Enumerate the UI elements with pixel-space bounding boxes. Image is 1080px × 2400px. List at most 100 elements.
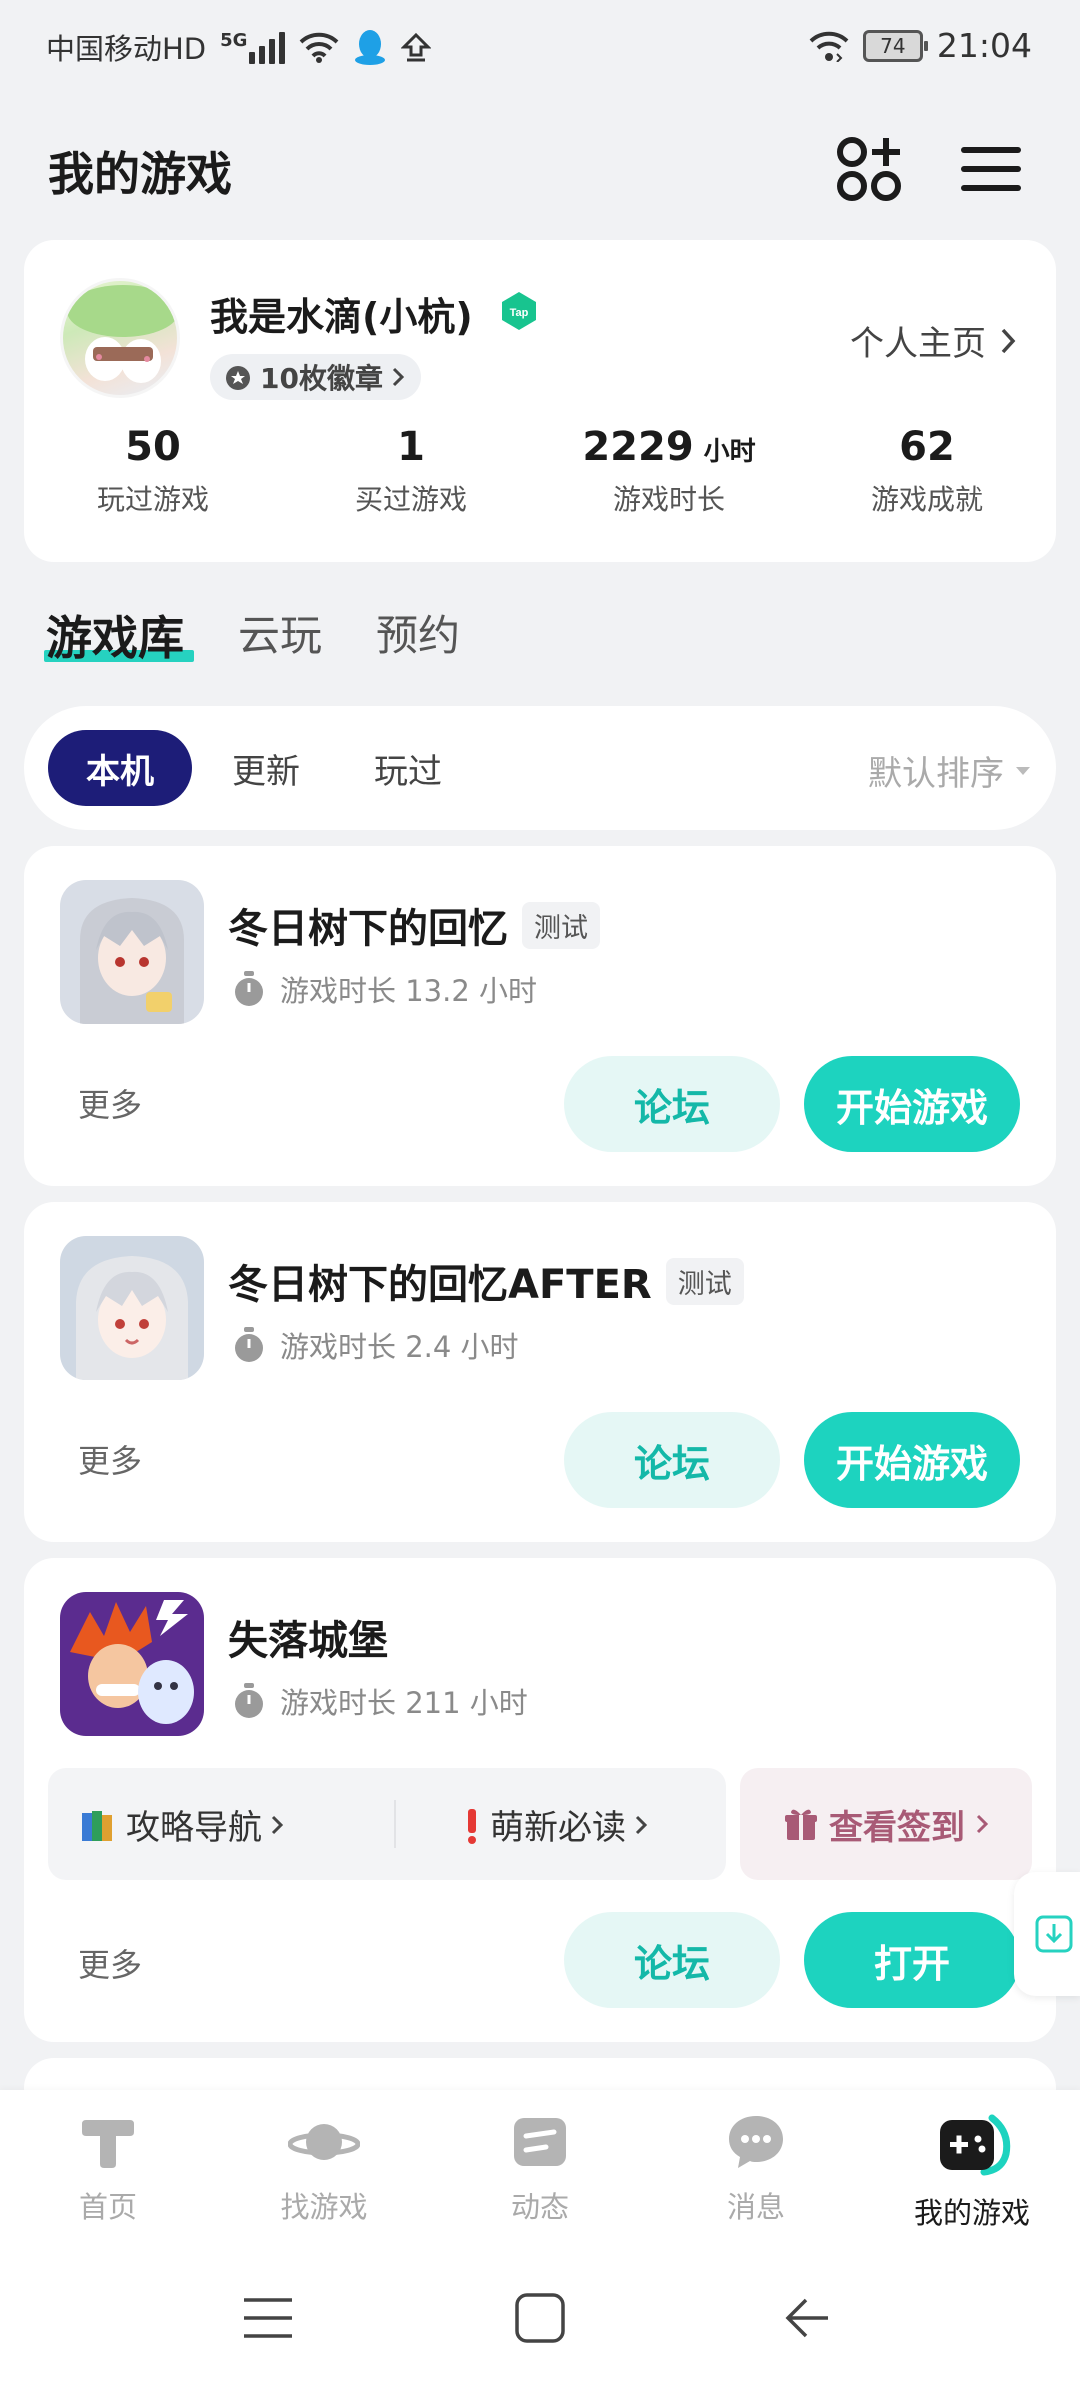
more-button[interactable]: 更多 (78, 1940, 142, 1986)
wifi-icon (300, 32, 339, 63)
game-icon[interactable] (60, 1592, 204, 1736)
playtime-label: 游戏时长 2.4 小时 (280, 1330, 519, 1364)
badge-count-button[interactable]: 10枚徽章 (210, 354, 421, 400)
chevron-right-icon (635, 1815, 648, 1834)
profile-home-link[interactable]: 个人主页 (850, 316, 1016, 365)
newbie-guide-label: 萌新必读 (490, 1808, 626, 1848)
apps-grid-icon[interactable] (836, 136, 902, 202)
stat-value: 50 (125, 424, 181, 470)
planet-icon (288, 2124, 360, 2160)
nav-messages[interactable]: 消息 (648, 2112, 864, 2226)
chevron-right-icon (392, 367, 405, 387)
battery-icon: 74 (862, 29, 928, 62)
user-name[interactable]: 我是水滴(小杭) (210, 286, 473, 341)
test-tag: 测试 (522, 901, 600, 949)
stopwatch-icon (235, 971, 263, 1006)
nav-label: 消息 (726, 2190, 785, 2224)
svg-text:Tap: Tap (510, 307, 529, 319)
test-tag: 测试 (665, 1257, 744, 1305)
badge-count-label: 10枚徽章 (260, 362, 383, 395)
upload-icon (401, 32, 432, 62)
forum-button[interactable]: 论坛 (564, 1056, 780, 1152)
stat-played[interactable]: 50 玩过游戏 (28, 424, 278, 518)
chevron-right-icon (976, 1814, 989, 1834)
status-left: 中国移动HD 5G (46, 26, 432, 68)
floating-download-tab[interactable] (1014, 1872, 1080, 1996)
check-in-button[interactable]: 查看签到 (740, 1768, 1032, 1880)
guide-nav-link[interactable]: 攻略导航 (78, 1800, 284, 1849)
playtime-row: 游戏时长 211 小时 (232, 1680, 528, 1722)
game-icon[interactable] (60, 880, 204, 1024)
more-button[interactable]: 更多 (78, 1080, 142, 1126)
avatar[interactable] (60, 278, 180, 398)
menu-icon[interactable] (958, 136, 1024, 202)
filter-played[interactable]: 玩过 (348, 730, 468, 806)
status-right: 74 21:04 (809, 26, 1032, 65)
stat-label: 游戏成就 (870, 483, 983, 516)
gamepad-icon (940, 2114, 1011, 2176)
caret-down-icon (1016, 766, 1030, 775)
clock: 21:04 (936, 26, 1032, 65)
playtime-label: 游戏时长 13.2 小时 (280, 974, 538, 1008)
back-icon[interactable] (782, 2290, 838, 2346)
check-in-label: 查看签到 (829, 1807, 965, 1848)
start-game-button[interactable]: 开始游戏 (804, 1412, 1020, 1508)
chevron-right-icon (271, 1815, 284, 1834)
books-icon (82, 1810, 112, 1841)
stat-label: 玩过游戏 (96, 483, 209, 516)
stat-value: 2229 (582, 424, 694, 470)
nav-home[interactable]: 首页 (0, 2112, 216, 2226)
verified-badge-icon: Tap (502, 292, 536, 330)
feed-icon (514, 2118, 566, 2166)
game-name[interactable]: 失落城堡 (228, 1608, 388, 1666)
wifi-call-icon (809, 31, 849, 62)
nav-discover[interactable]: 找游戏 (216, 2112, 432, 2226)
medal-icon (226, 366, 250, 390)
stat-unit: 小时 (703, 437, 756, 467)
start-game-button[interactable]: 开始游戏 (804, 1056, 1020, 1152)
stat-value: 62 (899, 424, 955, 470)
stat-value: 1 (397, 424, 425, 470)
stopwatch-icon (235, 1683, 263, 1718)
game-title-row: 冬日树下的回忆AFTER 测试 (228, 1252, 744, 1310)
nav-label: 我的游戏 (913, 2196, 1030, 2230)
nav-my-games[interactable]: 我的游戏 (864, 2112, 1080, 2232)
qq-icon (355, 30, 386, 65)
playtime-row: 游戏时长 2.4 小时 (232, 1324, 519, 1366)
sort-label: 默认排序 (868, 754, 1004, 794)
home-icon[interactable] (512, 2290, 568, 2346)
more-button[interactable]: 更多 (78, 1436, 142, 1482)
stopwatch-icon (235, 1327, 263, 1362)
chevron-right-icon (1001, 328, 1016, 353)
profile-home-label: 个人主页 (850, 324, 986, 364)
stat-label: 游戏时长 (612, 483, 725, 516)
status-bar: 中国移动HD 5G 74 21:04 (0, 0, 1080, 96)
signal-icon: 5G (220, 30, 286, 64)
sort-dropdown[interactable]: 默认排序 (868, 746, 1032, 795)
recent-apps-icon[interactable] (240, 2290, 296, 2346)
game-name[interactable]: 冬日树下的回忆AFTER (228, 1252, 652, 1310)
tab-reservations[interactable]: 预约 (376, 602, 460, 663)
game-icon[interactable] (60, 1236, 204, 1380)
nav-label: 找游戏 (280, 2190, 368, 2224)
tab-game-library[interactable]: 游戏库 (46, 602, 184, 668)
game-title-row: 冬日树下的回忆 测试 (228, 896, 600, 954)
game-name[interactable]: 冬日树下的回忆 (228, 896, 508, 954)
forum-button[interactable]: 论坛 (564, 1412, 780, 1508)
stat-bought[interactable]: 1 买过游戏 (286, 424, 536, 518)
network-type: 5G (220, 30, 248, 51)
playtime-label: 游戏时长 211 小时 (280, 1686, 528, 1720)
filter-local[interactable]: 本机 (48, 730, 192, 806)
tab-cloud-play[interactable]: 云玩 (238, 602, 322, 663)
gift-icon (785, 1809, 817, 1840)
nav-feed[interactable]: 动态 (432, 2112, 648, 2226)
download-icon (1035, 1915, 1073, 1953)
playtime-row: 游戏时长 13.2 小时 (232, 968, 537, 1010)
open-game-button[interactable]: 打开 (804, 1912, 1020, 2008)
newbie-guide-link[interactable]: 萌新必读 (462, 1800, 648, 1849)
stat-achievements[interactable]: 62 游戏成就 (802, 424, 1052, 518)
divider (394, 1800, 396, 1848)
forum-button[interactable]: 论坛 (564, 1912, 780, 2008)
filter-updates[interactable]: 更新 (206, 730, 326, 806)
stat-playtime[interactable]: 2229 小时 游戏时长 (544, 424, 794, 518)
